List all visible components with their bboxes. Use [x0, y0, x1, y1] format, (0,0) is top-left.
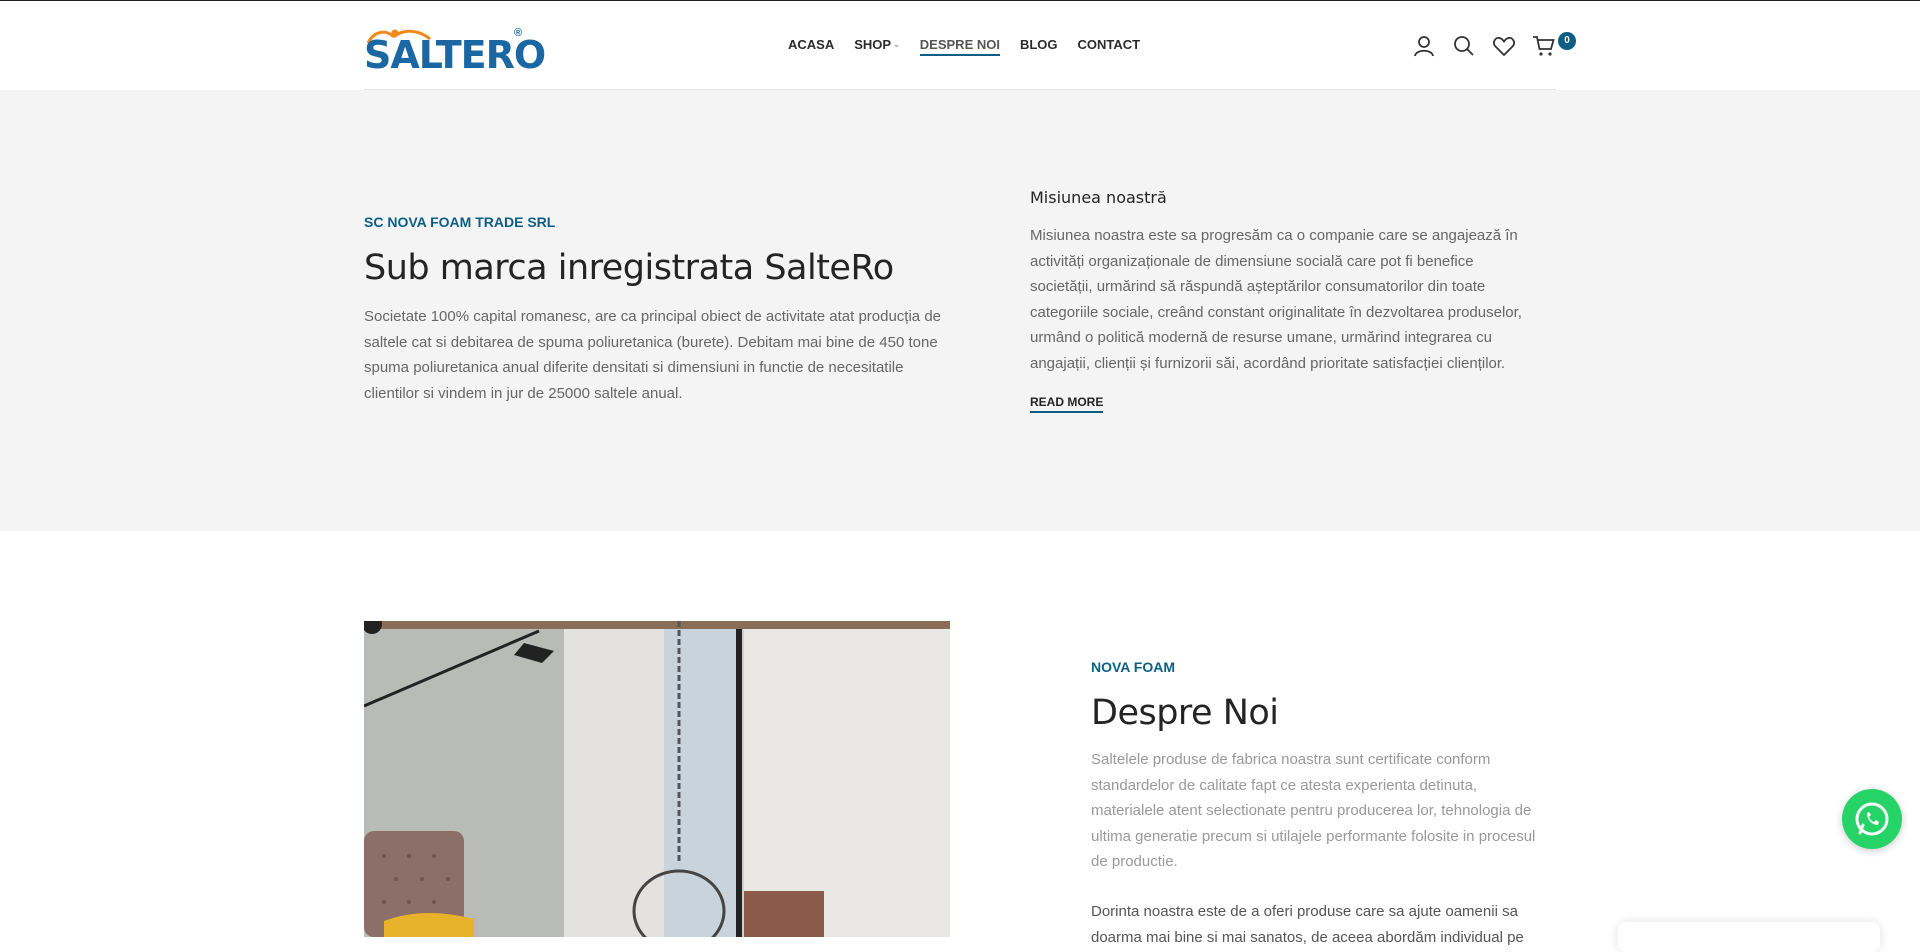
company-description: Societate 100% capital romanesc, are ca …	[364, 308, 942, 402]
cart-icon[interactable]: 0	[1532, 32, 1576, 58]
registered-mark: ®	[514, 27, 523, 39]
nav-shop[interactable]: SHOP ⌄	[854, 37, 900, 52]
mission-block: Misiunea noastră Misiunea noastra este s…	[1030, 188, 1530, 413]
company-intro: SC NOVA FOAM TRADE SRL Sub marca inregis…	[364, 214, 954, 406]
chat-popup-edge	[1618, 922, 1880, 952]
chevron-down-icon: ⌄	[893, 40, 900, 49]
nav-contact[interactable]: CONTACT	[1078, 37, 1141, 52]
despre-noi-text: NOVA FOAM Despre Noi Saltelele produse d…	[1091, 659, 1541, 950]
mission-description: Misiunea noastra este sa progresăm ca o …	[1030, 227, 1522, 372]
despre-subtag: NOVA FOAM	[1091, 659, 1175, 675]
header-inner: SALTERO ® ACASA SHOP ⌄ DESPRE NOI BLOG CO…	[364, 1, 1576, 90]
cart-count-badge: 0	[1558, 32, 1576, 50]
despre-paragraph-1: Saltelele produse de fabrica noastra sun…	[1091, 751, 1536, 871]
main-nav: ACASA SHOP ⌄ DESPRE NOI BLOG CONTACT	[788, 37, 1160, 56]
logo-wordmark: SALTERO	[364, 33, 546, 77]
whatsapp-icon	[1855, 802, 1889, 836]
despre-title: Despre Noi	[1091, 693, 1279, 733]
search-icon[interactable]	[1452, 34, 1476, 58]
nav-acasa[interactable]: ACASA	[788, 37, 834, 52]
user-icon[interactable]	[1412, 34, 1436, 58]
site-header: SALTERO ® ACASA SHOP ⌄ DESPRE NOI BLOG CO…	[0, 0, 1920, 90]
heart-icon[interactable]	[1492, 34, 1516, 58]
nav-blog[interactable]: BLOG	[1020, 37, 1058, 52]
about-company-section: SC NOVA FOAM TRADE SRL Sub marca inregis…	[0, 90, 1920, 531]
header-actions: 0	[1396, 32, 1576, 58]
read-more-link[interactable]: READ MORE	[1030, 395, 1104, 413]
despre-paragraph-2: Dorinta noastra este de a oferi produse …	[1091, 902, 1524, 946]
nav-despre-noi[interactable]: DESPRE NOI	[919, 37, 1001, 56]
site-logo[interactable]: SALTERO ®	[364, 27, 546, 77]
company-subtag: SC NOVA FOAM TRADE SRL	[364, 214, 556, 230]
mission-title: Misiunea noastră	[1030, 188, 1167, 207]
whatsapp-button[interactable]	[1842, 789, 1902, 849]
bedroom-photo	[364, 621, 950, 937]
company-title: Sub marca inregistrata SalteRo	[364, 248, 894, 288]
despre-noi-section: NOVA FOAM Despre Noi Saltelele produse d…	[0, 531, 1920, 946]
